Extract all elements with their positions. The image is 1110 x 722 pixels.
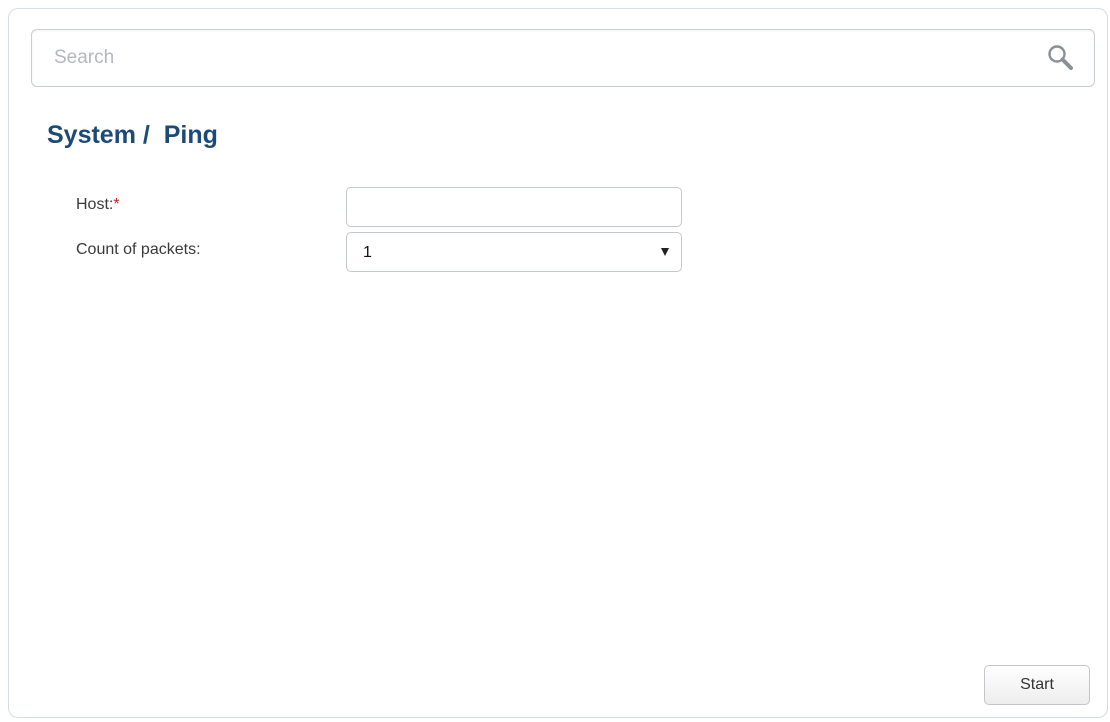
- search-bar: [31, 29, 1095, 87]
- count-of-packets-select[interactable]: 1: [346, 232, 682, 272]
- search-icon[interactable]: [1046, 43, 1076, 73]
- host-label: Host:*: [76, 196, 120, 214]
- count-of-packets-value: 1: [363, 244, 372, 261]
- required-mark: *: [113, 196, 120, 213]
- host-input[interactable]: [346, 187, 682, 227]
- start-button[interactable]: Start: [984, 665, 1090, 705]
- page-title: System / Ping: [47, 121, 218, 149]
- search-input[interactable]: [32, 30, 1012, 86]
- host-label-text: Host:: [76, 196, 114, 213]
- chevron-down-icon: [661, 248, 669, 256]
- count-of-packets-label: Count of packets:: [76, 241, 201, 258]
- content-panel: System / Ping Host:* Count of packets: 1…: [8, 8, 1108, 718]
